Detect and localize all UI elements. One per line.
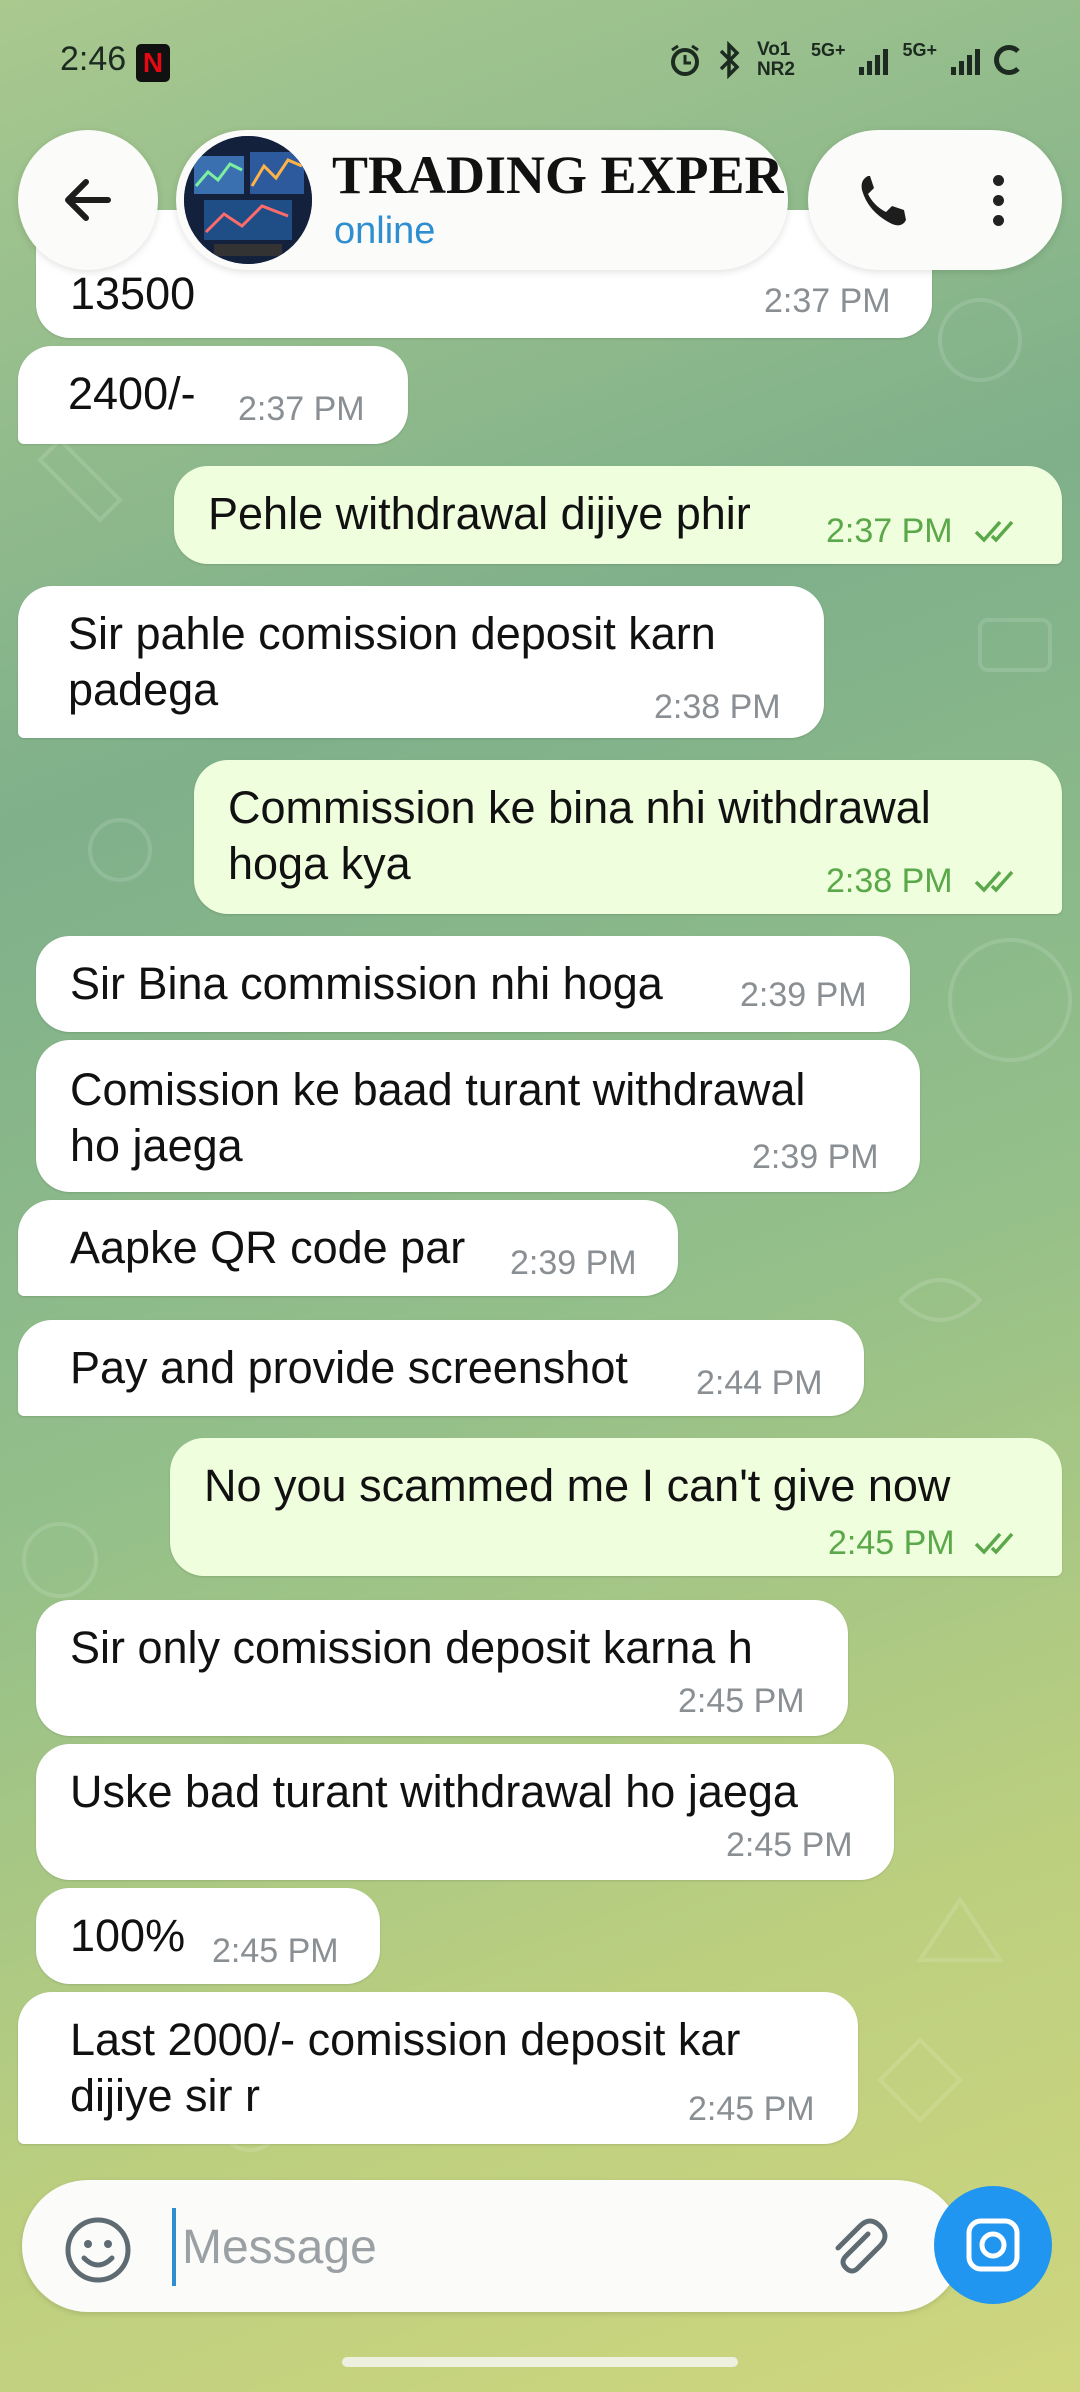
double-check-icon (974, 520, 1014, 543)
signal-icon (951, 45, 980, 75)
back-arrow-icon (65, 179, 111, 221)
message-bubble-incoming[interactable]: 100% 2:45 PM (36, 1888, 380, 1984)
network-label-3: 5G+ (902, 40, 937, 60)
call-button[interactable] (844, 160, 924, 240)
netflix-icon: N (136, 44, 170, 82)
message-bubble-incoming[interactable]: Comission ke baad turant withdrawal ho j… (36, 1040, 920, 1192)
message-time: 2:39 PM (752, 1138, 879, 1176)
double-check-icon (974, 1532, 1014, 1555)
message-text: Comission ke baad turant withdrawal (70, 1064, 806, 1115)
header-actions (808, 130, 1062, 270)
message-text: hoga kya (228, 838, 411, 889)
message-time: 2:45 PM (688, 2090, 815, 2128)
message-bubble-incoming[interactable]: Aapke QR code par 2:39 PM (18, 1200, 678, 1296)
message-time: 2:45 PM (726, 1826, 853, 1864)
message-bubble-incoming[interactable]: Sir only comission deposit karna h 2:45 … (36, 1600, 848, 1736)
bluetooth-icon (719, 41, 740, 79)
message-time: 2:37 PM (764, 282, 891, 320)
more-options-button[interactable] (958, 160, 1038, 240)
chat-status: online (334, 210, 436, 252)
status-time: 2:46 (60, 40, 127, 78)
message-text: Sir pahle comission deposit karn (68, 608, 716, 659)
message-text: ho jaega (70, 1120, 243, 1171)
signal-icon (859, 45, 889, 75)
attach-icon (835, 2218, 888, 2274)
message-text: dijiye sir r (70, 2070, 261, 2121)
message-input[interactable] (172, 2208, 824, 2286)
network-label-1: Vo1 NR2 (756, 39, 795, 80)
home-indicator[interactable] (342, 2357, 738, 2367)
status-icons: Vo1 NR2 5G+ 5G+ (667, 40, 1024, 80)
message-time: 2:39 PM (740, 976, 867, 1014)
chat-header[interactable]: TRADING EXPERT online (176, 130, 788, 270)
message-time: 2:45 PM (678, 1682, 805, 1720)
alarm-icon (670, 44, 699, 76)
message-text: Uske bad turant withdrawal ho jaega (70, 1766, 798, 1817)
phone-icon (861, 176, 906, 226)
message-text: 13500 (70, 268, 196, 319)
message-text: Pay and provide screenshot (70, 1342, 628, 1393)
message-time: 2:45 PM (828, 1524, 955, 1562)
network-label-2: 5G+ (810, 40, 846, 60)
avatar-image (184, 136, 312, 264)
message-time: 2:45 PM (212, 1932, 339, 1970)
message-bubble-incoming[interactable]: Uske bad turant withdrawal ho jaega 2:45… (36, 1744, 894, 1880)
message-text: padega (68, 664, 219, 715)
message-bubble-incoming[interactable]: Last 2000/- comission deposit kar dijiye… (18, 1992, 858, 2144)
message-time: 2:37 PM (238, 390, 365, 428)
camera-button[interactable] (934, 2186, 1052, 2304)
camera-icon (966, 2218, 1020, 2272)
message-bubble-outgoing[interactable]: Pehle withdrawal dijiye phir 2:37 PM (174, 466, 1062, 564)
battery-icon (994, 45, 1024, 75)
message-bubble-incoming[interactable]: Pay and provide screenshot 2:44 PM (18, 1320, 864, 1416)
message-bubble-incoming[interactable]: Sir pahle comission deposit karn padega … (18, 586, 824, 738)
message-text: Aapke QR code par (70, 1222, 466, 1273)
message-time: 2:38 PM (826, 862, 953, 900)
message-bubble-outgoing[interactable]: No you scammed me I can't give now 2:45 … (170, 1438, 1062, 1576)
message-time: 2:38 PM (654, 688, 781, 726)
back-button[interactable] (18, 130, 158, 270)
double-check-icon (974, 870, 1014, 893)
chat-title: TRADING EXPERT (332, 145, 788, 205)
message-time: 2:44 PM (696, 1364, 823, 1402)
emoji-button[interactable] (62, 2214, 134, 2286)
avatar[interactable] (184, 136, 312, 264)
message-bubble-incoming[interactable]: 2400/- 2:37 PM (18, 346, 408, 444)
message-text: Sir only comission deposit karna h (70, 1622, 753, 1673)
message-time: 2:39 PM (510, 1244, 637, 1282)
message-bubble-outgoing[interactable]: Commission ke bina nhi withdrawal hoga k… (194, 760, 1062, 914)
message-text: Last 2000/- comission deposit kar (70, 2014, 741, 2065)
message-text: Commission ke bina nhi withdrawal (228, 782, 931, 833)
message-input-bar (22, 2180, 962, 2312)
message-text: No you scammed me I can't give now (204, 1460, 951, 1511)
more-vertical-icon (992, 174, 1004, 186)
message-text: 2400/- (68, 368, 196, 419)
message-text: Sir Bina commission nhi hoga (70, 958, 663, 1009)
status-bar: 2:46 N Vo1 NR2 5G+ 5G+ (0, 0, 1080, 130)
emoji-icon (65, 2217, 131, 2283)
message-text: 100% (70, 1910, 186, 1961)
message-text: Pehle withdrawal dijiye phir (208, 488, 751, 539)
message-time: 2:37 PM (826, 512, 953, 550)
message-bubble-incoming[interactable]: Sir Bina commission nhi hoga 2:39 PM (36, 936, 910, 1032)
attach-button[interactable] (822, 2212, 894, 2284)
